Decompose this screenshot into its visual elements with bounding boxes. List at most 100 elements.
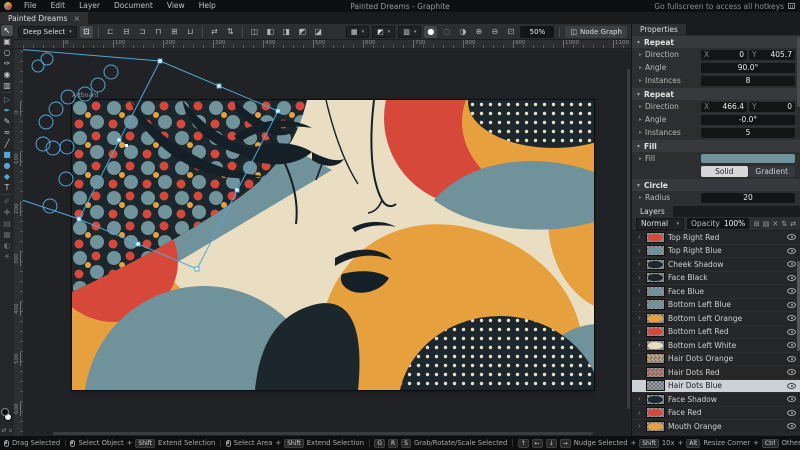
layer-row[interactable]: › Bottom Left Red [632, 326, 800, 340]
layer-row[interactable]: › Cheek Shadow [632, 258, 800, 272]
visibility-eye-icon[interactable] [787, 342, 796, 348]
tab-properties[interactable]: Properties [632, 24, 686, 35]
line-tool[interactable]: ╱ [1, 138, 13, 149]
rectangle-tool[interactable]: ■ [1, 149, 13, 160]
layer-row[interactable]: › Bottom Left Blue [632, 299, 800, 313]
visibility-eye-icon[interactable] [787, 329, 796, 335]
opacity-field[interactable]: Opacity 100% [687, 218, 749, 229]
layer-expand-icon[interactable]: › [638, 314, 643, 322]
close-tab-icon[interactable]: × [73, 14, 80, 23]
move-layer-icon[interactable]: ⇅ [781, 220, 787, 228]
visibility-eye-icon[interactable] [787, 288, 796, 294]
freehand-tool[interactable]: ✎ [1, 116, 13, 127]
primary-color-swatch[interactable] [1, 408, 9, 416]
section-fill[interactable]: ▾ Fill [632, 140, 800, 152]
view-fill-split-icon[interactable]: ◑ [456, 26, 469, 38]
tab-layers[interactable]: Layers [632, 206, 673, 217]
canvas-vertical-scrollbar[interactable] [627, 69, 630, 409]
direction-y-field[interactable]: Y 405.7 [749, 50, 795, 60]
flip-vertical-icon[interactable]: ⇅ [224, 26, 237, 38]
brush-tool[interactable]: ✐ [1, 196, 13, 207]
visibility-eye-icon[interactable] [787, 396, 796, 402]
reset-swatches-icon[interactable]: ▫ [8, 427, 12, 434]
zoom-in-icon[interactable]: ⊕ [472, 26, 485, 38]
view-fill-outline-icon[interactable]: ◌ [440, 26, 453, 38]
overlay-mode-dropdown[interactable]: ◩ ▾ [372, 26, 395, 38]
menu-edit[interactable]: Edit [44, 0, 73, 12]
new-layer-icon[interactable]: ⊞ [754, 220, 760, 228]
select-tool[interactable]: ↖ [1, 25, 13, 36]
layer-expand-icon[interactable]: › [638, 422, 643, 430]
vertical-ruler[interactable]: 0100200300400500600 [14, 49, 23, 436]
menu-file[interactable]: File [17, 0, 44, 12]
visibility-eye-icon[interactable] [787, 275, 796, 281]
artboard[interactable] [72, 100, 594, 390]
view-mode-dropdown[interactable]: ▦ ▾ [346, 26, 369, 38]
layer-expand-icon[interactable]: › [638, 341, 643, 349]
instances-field[interactable]: 5 [701, 128, 795, 138]
section-circle[interactable]: ▾ Circle [632, 179, 800, 191]
color-swatches[interactable] [1, 408, 13, 422]
boolean-intersect-icon[interactable]: ◩ [296, 26, 309, 38]
layer-row[interactable]: Hair Dots Red [632, 366, 800, 380]
eyedropper-tool[interactable]: ✑ [1, 58, 13, 69]
expand-panel-icon[interactable]: ⇄ [790, 220, 796, 228]
align-left-icon[interactable]: ⊏ [104, 26, 117, 38]
layer-row[interactable]: › Top Right Red [632, 231, 800, 245]
section-repeat-2[interactable]: ▾ Repeat [632, 88, 800, 100]
detail-tool[interactable]: ◐ [1, 240, 13, 251]
fill-color-swatch[interactable] [701, 154, 795, 163]
pivot-icon[interactable]: ⊡ [80, 26, 93, 38]
fill-tool[interactable]: ◉ [1, 69, 13, 80]
align-top-icon[interactable]: ⊓ [152, 26, 165, 38]
heal-tool[interactable]: ✚ [1, 207, 13, 218]
visibility-eye-icon[interactable] [787, 234, 796, 240]
layer-expand-icon[interactable]: › [638, 409, 643, 417]
boolean-subtract-back-icon[interactable]: ◨ [280, 26, 293, 38]
view-fill-solid-icon[interactable]: ● [424, 26, 437, 38]
layer-row[interactable]: › Bottom Left White [632, 339, 800, 353]
patch-tool[interactable]: ▦ [1, 229, 13, 240]
boolean-subtract-front-icon[interactable]: ◧ [264, 26, 277, 38]
snapping-mode-dropdown[interactable]: ▥ ▾ [398, 26, 421, 38]
layer-expand-icon[interactable]: › [638, 395, 643, 403]
document-tab[interactable]: Painted Dreams × [0, 12, 88, 24]
zoom-reset-icon[interactable]: ⊡ [504, 26, 517, 38]
gradient-tool[interactable]: ▥ [1, 80, 13, 91]
path-tool[interactable]: ▷ [1, 94, 13, 105]
new-folder-icon[interactable]: ▤ [763, 220, 770, 228]
layer-row[interactable]: › Mouth Orange [632, 420, 800, 434]
layer-row[interactable]: › Face Shadow [632, 393, 800, 407]
fill-solid-button[interactable]: Solid [701, 166, 748, 177]
align-center-h-icon[interactable]: ⊟ [120, 26, 133, 38]
spline-tool[interactable]: ≈ [1, 127, 13, 138]
layer-row[interactable]: › Face Blue [632, 285, 800, 299]
zoom-out-icon[interactable]: ⊖ [488, 26, 501, 38]
align-bottom-icon[interactable]: ⊔ [184, 26, 197, 38]
menu-view[interactable]: View [160, 0, 192, 12]
boolean-union-icon[interactable]: ◫ [248, 26, 261, 38]
radius-field[interactable]: 20 [701, 193, 795, 203]
menu-document[interactable]: Document [107, 0, 160, 12]
visibility-eye-icon[interactable] [787, 315, 796, 321]
section-repeat-1[interactable]: ▾ Repeat [632, 36, 800, 48]
polygon-tool[interactable]: ◆ [1, 171, 13, 182]
node-graph-button[interactable]: ◫ Node Graph [565, 26, 627, 38]
instances-field[interactable]: 8 [701, 76, 795, 86]
canvas-viewport[interactable]: Artboard [23, 49, 631, 436]
blend-mode-dropdown[interactable]: Normal ▾ [636, 218, 684, 230]
artboard-tool[interactable]: ▣ [1, 36, 13, 47]
visibility-eye-icon[interactable] [787, 356, 796, 362]
layer-expand-icon[interactable]: › [638, 260, 643, 268]
layer-row[interactable]: › Top Right Blue [632, 245, 800, 259]
layer-expand-icon[interactable]: › [638, 287, 643, 295]
direction-x-field[interactable]: X 0 [701, 50, 747, 60]
layer-expand-icon[interactable]: › [638, 247, 643, 255]
layer-row[interactable]: Hair Dots Blue [632, 380, 800, 394]
ellipse-tool[interactable]: ● [1, 160, 13, 171]
direction-x-field[interactable]: X 466.4 [701, 102, 747, 112]
horizontal-ruler[interactable]: 010020030040050060070080090010001100 [14, 40, 631, 49]
visibility-eye-icon[interactable] [787, 423, 796, 429]
clone-tool[interactable]: ▤ [1, 218, 13, 229]
visibility-eye-icon[interactable] [787, 410, 796, 416]
